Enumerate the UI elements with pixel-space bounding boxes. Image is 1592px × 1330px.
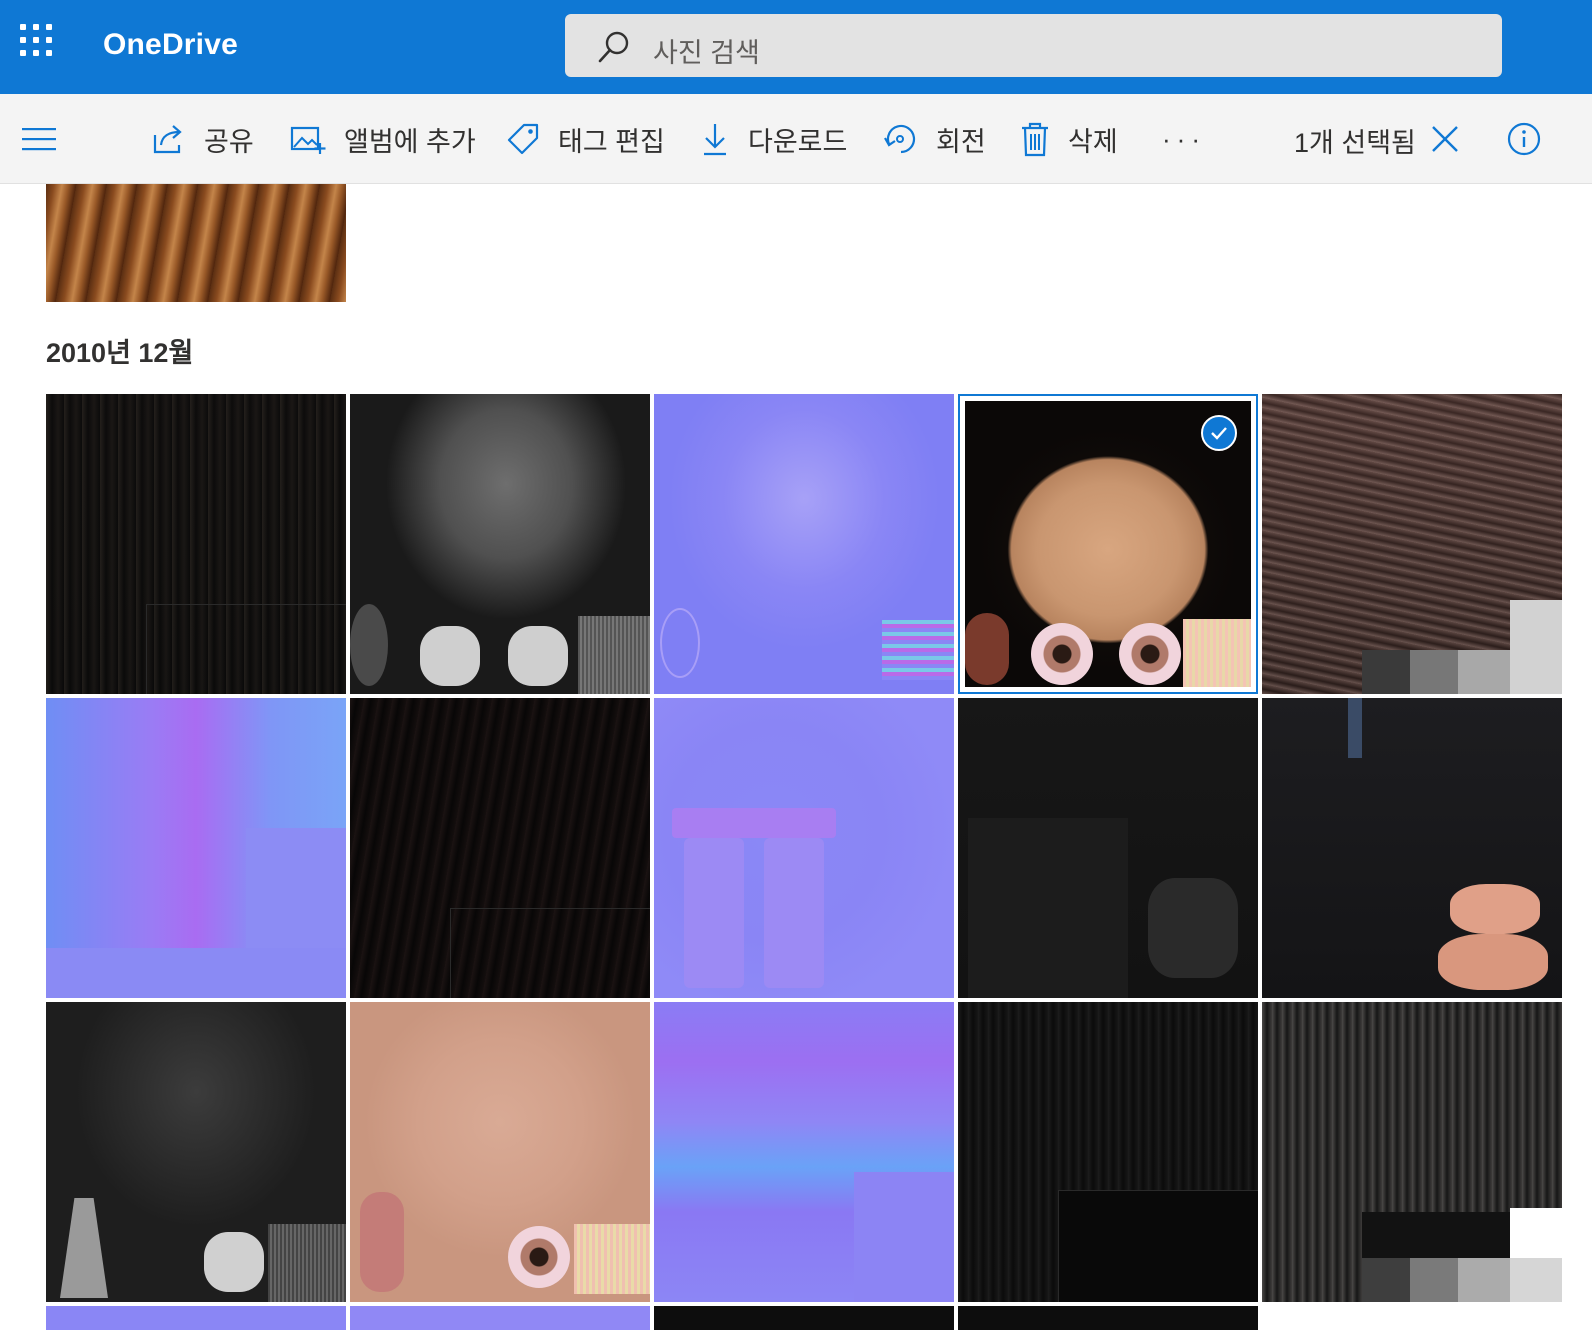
photo-image bbox=[350, 698, 650, 998]
photo-thumbnail[interactable] bbox=[654, 394, 954, 694]
photo-thumbnail[interactable] bbox=[1262, 698, 1562, 998]
checkmark-icon bbox=[1211, 427, 1227, 440]
photo-thumbnail[interactable] bbox=[654, 1306, 954, 1330]
edit-tags-label: 태그 편집 bbox=[558, 126, 665, 157]
photo-image bbox=[965, 401, 1251, 687]
photo-thumbnail[interactable] bbox=[46, 394, 346, 694]
section-date-header: 2010년 12월 bbox=[46, 338, 194, 368]
photo-thumbnail[interactable] bbox=[46, 1002, 346, 1302]
photo-thumbnail[interactable] bbox=[350, 394, 650, 694]
photo-thumbnail[interactable] bbox=[1262, 394, 1562, 694]
selection-count: 1개 선택됨 bbox=[1294, 128, 1416, 158]
photo-thumbnail[interactable] bbox=[654, 698, 954, 998]
app-title[interactable]: OneDrive bbox=[103, 28, 238, 62]
search-placeholder: 사진 검색 bbox=[653, 38, 760, 68]
photo-thumbnail[interactable] bbox=[350, 1002, 650, 1302]
add-to-album-icon bbox=[290, 126, 326, 154]
share-icon bbox=[153, 125, 182, 154]
waffle-icon[interactable] bbox=[18, 22, 54, 58]
photo-image bbox=[1262, 394, 1562, 694]
command-bar: 공유 앨범에 추가 태그 편집 다운로드 회전 삭제 ··· 1개 선택됨 bbox=[0, 94, 1592, 184]
photo-image bbox=[350, 1306, 650, 1330]
share-label: 공유 bbox=[204, 126, 254, 157]
rotate-label: 회전 bbox=[936, 126, 986, 157]
photo-thumbnail[interactable] bbox=[654, 1002, 954, 1302]
photo-image bbox=[1262, 1002, 1562, 1302]
photo-image bbox=[46, 1306, 346, 1330]
photo-image bbox=[958, 698, 1258, 998]
photo-image bbox=[654, 394, 954, 694]
download-label: 다운로드 bbox=[748, 126, 848, 157]
photo-image bbox=[958, 1002, 1258, 1302]
photo-thumbnail[interactable] bbox=[46, 698, 346, 998]
search-icon bbox=[598, 31, 629, 63]
photo-thumbnail-selected[interactable] bbox=[958, 394, 1258, 694]
photo-thumbnail[interactable] bbox=[958, 1002, 1258, 1302]
photo-image bbox=[46, 394, 346, 694]
edit-tags-button[interactable]: 태그 편집 bbox=[506, 94, 665, 184]
hamburger-icon bbox=[22, 128, 56, 151]
photo-image bbox=[654, 1306, 954, 1330]
delete-label: 삭제 bbox=[1068, 126, 1118, 157]
add-to-album-button[interactable]: 앨범에 추가 bbox=[290, 94, 476, 184]
photo-thumbnail[interactable] bbox=[1262, 1002, 1562, 1302]
tag-icon bbox=[507, 123, 539, 155]
photo-image bbox=[350, 1002, 650, 1302]
photo-thumbnail[interactable] bbox=[46, 1306, 346, 1330]
top-header: OneDrive 사진 검색 bbox=[0, 0, 1592, 94]
photo-thumbnail[interactable] bbox=[350, 1306, 650, 1330]
photo-thumbnail[interactable] bbox=[350, 698, 650, 998]
photo-image bbox=[46, 698, 346, 998]
download-icon bbox=[704, 124, 726, 156]
download-button[interactable]: 다운로드 bbox=[700, 94, 847, 184]
photo-image bbox=[654, 698, 954, 998]
uv-grid-lines bbox=[146, 604, 346, 694]
delete-button[interactable]: 삭제 bbox=[1020, 94, 1118, 184]
delete-icon bbox=[1022, 122, 1048, 157]
hamburger-menu-button[interactable] bbox=[22, 94, 56, 184]
info-icon[interactable] bbox=[1507, 122, 1541, 156]
selected-checkmark[interactable] bbox=[1201, 415, 1237, 451]
rotate-button[interactable]: 회전 bbox=[882, 94, 986, 184]
photo-thumbnail[interactable] bbox=[46, 184, 346, 302]
more-button[interactable]: ··· bbox=[1162, 94, 1206, 184]
photo-thumbnail[interactable] bbox=[958, 1306, 1258, 1330]
photo-image bbox=[46, 1002, 346, 1302]
rotate-icon bbox=[884, 124, 916, 154]
share-button[interactable]: 공유 bbox=[152, 94, 254, 184]
photo-image bbox=[1262, 698, 1562, 998]
add-to-album-label: 앨범에 추가 bbox=[344, 126, 476, 157]
close-icon[interactable] bbox=[1430, 124, 1460, 154]
photo-image bbox=[350, 394, 650, 694]
photo-image bbox=[958, 1306, 1258, 1330]
photo-image bbox=[654, 1002, 954, 1302]
search-box[interactable]: 사진 검색 bbox=[565, 14, 1502, 77]
photo-thumbnail[interactable] bbox=[958, 698, 1258, 998]
